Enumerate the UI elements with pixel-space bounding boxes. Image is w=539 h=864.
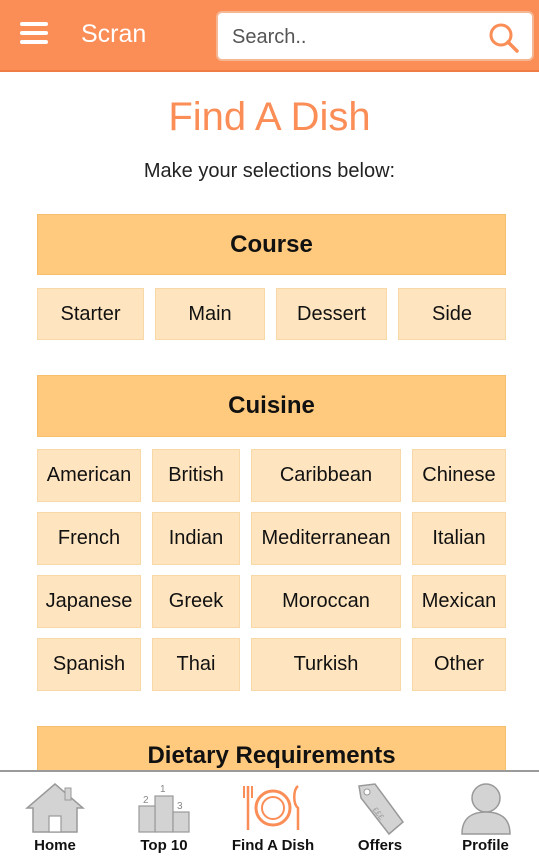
cuisine-option-american[interactable]: American (37, 449, 141, 502)
cuisine-option-french[interactable]: French (37, 512, 141, 565)
page-title: Find A Dish (168, 95, 371, 139)
course-option-starter[interactable]: Starter (37, 288, 144, 340)
top-bar: Scran (0, 0, 539, 72)
cuisine-option-thai[interactable]: Thai (152, 638, 240, 691)
cuisine-option-spanish[interactable]: Spanish (37, 638, 141, 691)
nav-label-top10: Top 10 (140, 837, 188, 854)
plate-cutlery-icon (243, 785, 300, 830)
search-icon[interactable] (488, 22, 520, 54)
app-brand: Scran (81, 20, 147, 48)
nav-find-a-dish[interactable]: Find A Dish (218, 772, 328, 864)
nav-label-find-a-dish: Find A Dish (231, 837, 315, 854)
cuisine-header: Cuisine (37, 375, 506, 437)
cuisine-option-chinese[interactable]: Chinese (412, 449, 506, 502)
podium-icon: 1 2 3 (138, 784, 190, 833)
course-header: Course (37, 214, 506, 275)
nav-home[interactable]: Home (0, 772, 110, 864)
cuisine-option-caribbean[interactable]: Caribbean (251, 449, 401, 502)
nav-label-home: Home (34, 837, 76, 854)
cuisine-option-other[interactable]: Other (412, 638, 506, 691)
cuisine-option-mediterranean[interactable]: Mediterranean (251, 512, 401, 565)
svg-text:2: 2 (143, 795, 149, 806)
svg-text:1: 1 (160, 784, 166, 795)
profile-icon (460, 783, 511, 835)
menu-icon[interactable] (20, 22, 48, 46)
course-option-dessert[interactable]: Dessert (276, 288, 387, 340)
cuisine-option-british[interactable]: British (152, 449, 240, 502)
nav-label-offers: Offers (357, 837, 403, 854)
search-box (216, 11, 534, 61)
cuisine-option-greek[interactable]: Greek (152, 575, 240, 628)
nav-offers[interactable]: £££ Offers (328, 772, 432, 864)
page-subtitle: Make your selections below: (143, 160, 396, 182)
cuisine-option-moroccan[interactable]: Moroccan (251, 575, 401, 628)
bottom-nav: Home 1 2 3 Top 10 Find A Dish £££ Offers… (0, 770, 539, 864)
home-icon (25, 783, 85, 833)
svg-text:3: 3 (177, 801, 183, 812)
search-input[interactable] (232, 23, 472, 51)
nav-top10[interactable]: 1 2 3 Top 10 (110, 772, 218, 864)
course-option-main[interactable]: Main (155, 288, 265, 340)
nav-profile[interactable]: Profile (432, 772, 539, 864)
cuisine-option-turkish[interactable]: Turkish (251, 638, 401, 691)
nav-label-profile: Profile (462, 837, 509, 854)
cuisine-option-japanese[interactable]: Japanese (37, 575, 141, 628)
cuisine-option-indian[interactable]: Indian (152, 512, 240, 565)
course-option-side[interactable]: Side (398, 288, 506, 340)
cuisine-option-mexican[interactable]: Mexican (412, 575, 506, 628)
cuisine-option-italian[interactable]: Italian (412, 512, 506, 565)
tag-icon: £££ (358, 783, 405, 836)
